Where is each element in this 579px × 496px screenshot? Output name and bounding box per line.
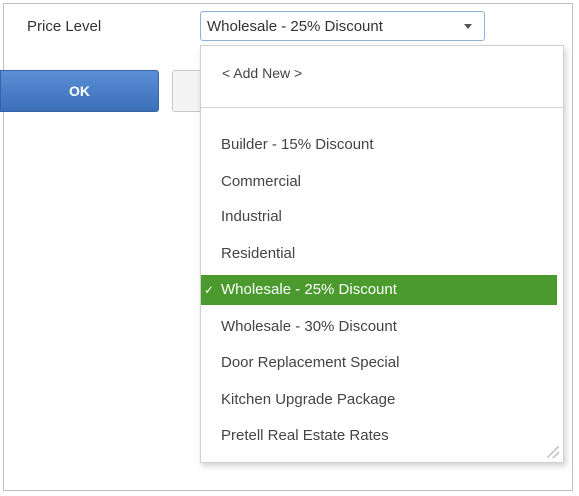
option-wholesale-25-label: Wholesale - 25% Discount [221, 281, 397, 298]
add-new-option[interactable]: < Add New > [201, 58, 557, 88]
ok-button[interactable]: OK [0, 70, 159, 112]
chevron-down-icon[interactable] [464, 24, 472, 29]
price-level-dropdown: < Add New > Builder - 15% Discount Comme… [200, 45, 564, 463]
option-kitchen-upgrade[interactable]: Kitchen Upgrade Package [201, 385, 557, 415]
dropdown-separator [201, 107, 563, 108]
option-commercial[interactable]: Commercial [201, 167, 557, 197]
price-level-label: Price Level [27, 18, 102, 35]
option-door-replacement[interactable]: Door Replacement Special [201, 348, 557, 378]
option-residential[interactable]: Residential [201, 239, 557, 269]
checkmark-icon: ✓ [204, 283, 215, 297]
price-level-select[interactable]: Wholesale - 25% Discount [200, 11, 485, 41]
resize-grip-icon[interactable] [547, 446, 559, 458]
price-level-select-value: Wholesale - 25% Discount [207, 18, 383, 35]
option-builder-15[interactable]: Builder - 15% Discount [201, 130, 557, 160]
option-wholesale-25[interactable]: ✓ Wholesale - 25% Discount [201, 275, 557, 305]
option-wholesale-30[interactable]: Wholesale - 30% Discount [201, 312, 557, 342]
option-pretell-real-estate[interactable]: Pretell Real Estate Rates [201, 421, 557, 451]
option-industrial[interactable]: Industrial [201, 202, 557, 232]
